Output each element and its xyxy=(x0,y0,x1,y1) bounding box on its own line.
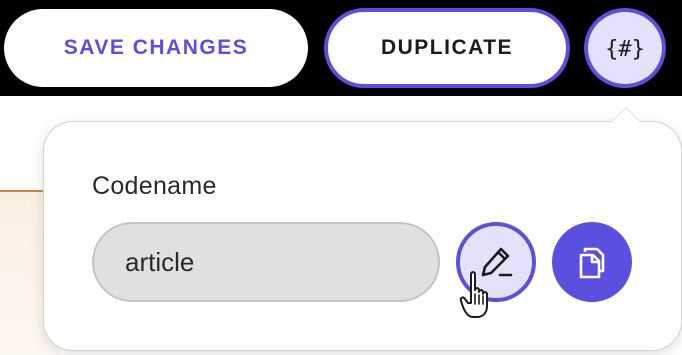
hand-pointer-cursor-icon xyxy=(459,271,488,318)
copy-codename-button[interactable] xyxy=(552,222,632,302)
codename-toggle-button[interactable]: {#} xyxy=(584,8,666,88)
save-changes-label: SAVE CHANGES xyxy=(63,36,249,59)
codename-input[interactable] xyxy=(92,222,440,302)
duplicate-button[interactable]: DUPLICATE xyxy=(324,8,570,88)
codename-label: Codename xyxy=(92,172,217,200)
duplicate-label: DUPLICATE xyxy=(380,36,514,59)
codename-hash-icon: {#} xyxy=(605,37,645,62)
svg-text:{#}: {#} xyxy=(605,37,645,62)
save-changes-button[interactable]: SAVE CHANGES xyxy=(4,9,308,87)
toolbar: SAVE CHANGES DUPLICATE {#} xyxy=(0,0,682,96)
popover-arrow xyxy=(612,108,640,122)
copy-icon xyxy=(579,247,605,279)
